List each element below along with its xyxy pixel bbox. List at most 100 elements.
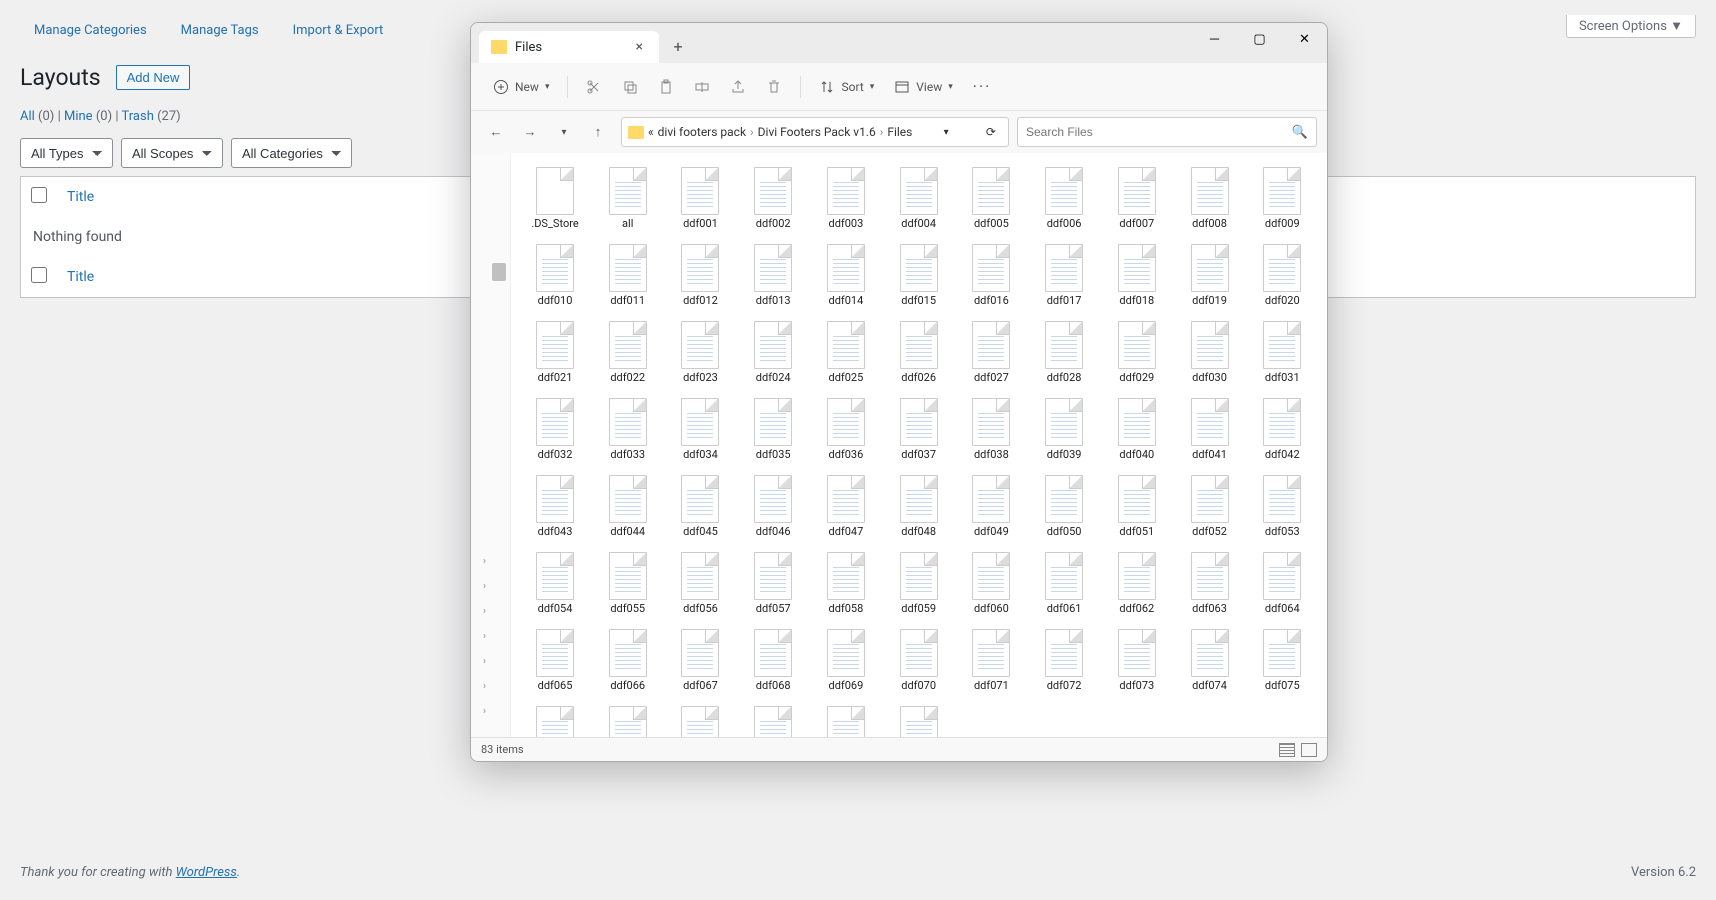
file-item[interactable]: ddf051 [1101,471,1173,542]
explorer-tab[interactable]: Files × [479,31,659,63]
file-item[interactable]: ddf005 [955,163,1027,234]
file-item[interactable]: ddf069 [810,625,882,696]
file-item[interactable]: ddf046 [737,471,809,542]
file-item[interactable]: ddf050 [1028,471,1100,542]
file-item[interactable]: ddf028 [1028,317,1100,388]
file-item[interactable]: ddf026 [883,317,955,388]
file-item[interactable]: ddf011 [592,240,664,311]
sidebar-scrollbar[interactable] [494,153,508,737]
file-item[interactable]: ddf067 [664,625,736,696]
file-item[interactable]: ddf001 [664,163,736,234]
file-item[interactable]: ddf037 [883,394,955,465]
breadcrumb-item[interactable]: Divi Footers Pack v1.6 [758,125,876,139]
col-title-footer[interactable]: Title [67,269,94,285]
delete-button[interactable] [758,73,790,101]
file-item[interactable]: ddf048 [883,471,955,542]
tab-import-export[interactable]: Import & Export [279,15,398,46]
view-button[interactable]: View ▾ [886,73,960,101]
wordpress-link[interactable]: WordPress [176,865,237,880]
file-item[interactable]: ddf008 [1174,163,1246,234]
file-item[interactable]: ddf035 [737,394,809,465]
file-grid[interactable]: .DS_Storeallddf001ddf002ddf003ddf004ddf0… [511,153,1327,737]
file-item[interactable]: ddf077 [592,702,664,737]
file-item[interactable]: .DS_Store [519,163,591,234]
tab-manage-tags[interactable]: Manage Tags [167,15,273,46]
file-item[interactable]: ddf033 [592,394,664,465]
file-item[interactable]: ddf056 [664,548,736,619]
forward-button[interactable]: → [515,117,545,147]
more-button[interactable]: ··· [965,71,1000,102]
filter-types-select[interactable]: All Types [20,138,113,168]
breadcrumb-overflow[interactable]: « [648,125,654,139]
file-item[interactable]: ddf073 [1101,625,1173,696]
file-item[interactable]: ddf068 [737,625,809,696]
explorer-sidebar[interactable]: › › › › › › › [471,153,511,737]
file-item[interactable]: ddf057 [737,548,809,619]
file-item[interactable]: ddf004 [883,163,955,234]
rename-button[interactable] [686,73,718,101]
file-item[interactable]: ddf076 [519,702,591,737]
file-item[interactable]: ddf049 [955,471,1027,542]
details-view-button[interactable] [1279,743,1295,757]
file-item[interactable]: ddf070 [883,625,955,696]
file-item[interactable]: ddf064 [1246,548,1318,619]
file-item[interactable]: ddf013 [737,240,809,311]
file-item[interactable]: ddf058 [810,548,882,619]
file-item[interactable]: ddf060 [955,548,1027,619]
chevron-right-icon[interactable]: › [483,581,486,592]
file-item[interactable]: ddf018 [1101,240,1173,311]
search-box[interactable]: 🔍 [1017,117,1317,147]
file-item[interactable]: ddf039 [1028,394,1100,465]
file-item[interactable]: ddf065 [519,625,591,696]
file-item[interactable]: ddf047 [810,471,882,542]
file-item[interactable]: ddf075 [1246,625,1318,696]
chevron-right-icon[interactable]: › [483,681,486,692]
file-item[interactable]: ddf031 [1246,317,1318,388]
window-titlebar[interactable]: Files × + ─ ▢ ✕ [471,23,1327,63]
search-input[interactable] [1026,125,1292,139]
file-item[interactable]: ddf079 [737,702,809,737]
share-button[interactable] [722,73,754,101]
file-item[interactable]: ddf041 [1174,394,1246,465]
file-item[interactable]: ddf074 [1174,625,1246,696]
tab-manage-categories[interactable]: Manage Categories [20,15,161,46]
file-item[interactable]: ddf045 [664,471,736,542]
file-item[interactable]: ddf017 [1028,240,1100,311]
file-item[interactable]: ddf055 [592,548,664,619]
file-item[interactable]: ddf034 [664,394,736,465]
col-title-header[interactable]: Title [67,189,94,205]
refresh-icon[interactable]: ⟳ [980,125,1002,139]
thumbnails-view-button[interactable] [1301,743,1317,757]
add-new-button[interactable]: Add New [116,65,191,90]
file-item[interactable]: ddf053 [1246,471,1318,542]
file-item[interactable]: ddf080 [810,702,882,737]
file-item[interactable]: ddf006 [1028,163,1100,234]
file-item[interactable]: ddf016 [955,240,1027,311]
breadcrumb-item[interactable]: Files [887,125,912,139]
close-window-button[interactable]: ✕ [1282,23,1327,55]
file-item[interactable]: ddf038 [955,394,1027,465]
minimize-button[interactable]: ─ [1192,23,1237,55]
address-bar[interactable]: « divi footers pack › Divi Footers Pack … [621,117,1009,147]
select-all-checkbox[interactable] [31,187,47,203]
file-item[interactable]: ddf042 [1246,394,1318,465]
paste-button[interactable] [650,73,682,101]
file-item[interactable]: ddf002 [737,163,809,234]
recent-locations-button[interactable]: ▾ [549,117,579,147]
breadcrumb-item[interactable]: divi footers pack [658,125,746,139]
filter-categories-select[interactable]: All Categories [231,138,352,168]
file-item[interactable]: ddf020 [1246,240,1318,311]
file-item[interactable]: ddf052 [1174,471,1246,542]
file-item[interactable]: ddf072 [1028,625,1100,696]
sort-button[interactable]: Sort ▾ [811,73,882,101]
file-item[interactable]: ddf009 [1246,163,1318,234]
select-all-checkbox-footer[interactable] [31,267,47,283]
file-item[interactable]: ddf044 [592,471,664,542]
copy-button[interactable] [614,73,646,101]
chevron-right-icon[interactable]: › [483,556,486,567]
file-item[interactable]: ddf030 [1174,317,1246,388]
file-item[interactable]: ddf019 [1174,240,1246,311]
file-item[interactable]: all [592,163,664,234]
close-tab-icon[interactable]: × [632,39,647,55]
chevron-right-icon[interactable]: › [483,656,486,667]
